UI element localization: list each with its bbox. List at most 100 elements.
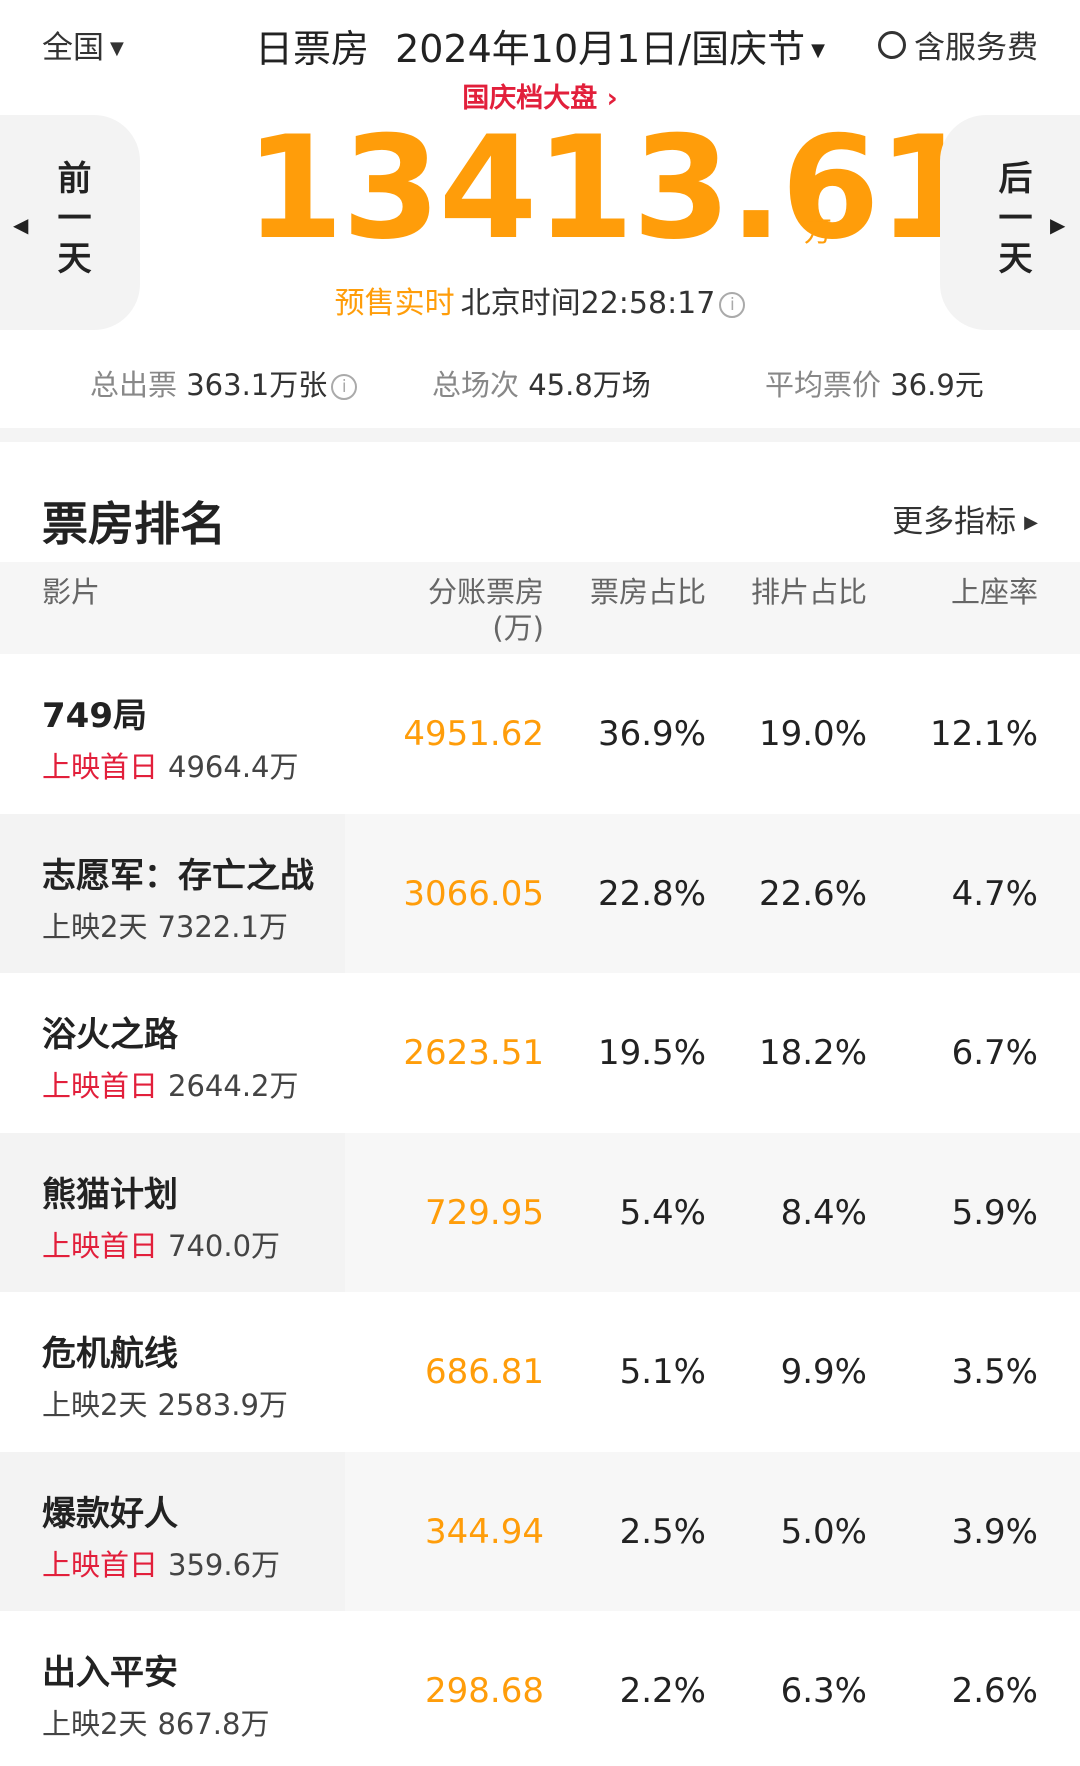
stat-avg-price: 平均票价 36.9元 xyxy=(765,362,984,404)
col-box-office[interactable]: 分账票房 (万) xyxy=(428,574,544,646)
release-days: 上映2天 xyxy=(42,909,148,944)
col-box-office-label: 分账票房 xyxy=(427,575,544,609)
radio-icon xyxy=(878,30,906,59)
cumulative-box-office: 359.6万 xyxy=(168,1547,281,1582)
box-office-value: 344.94 xyxy=(425,1511,544,1552)
cumulative-box-office: 867.8万 xyxy=(157,1707,270,1741)
table-header: 影片 分账票房 (万) 票房占比 排片占比 上座率 xyxy=(0,562,1080,654)
stat-tickets: 总出票 363.1万张 i xyxy=(90,362,358,404)
box-share-value: 5.1% xyxy=(619,1352,706,1392)
section-divider xyxy=(0,428,1080,442)
col-occupancy[interactable]: 上座率 xyxy=(951,574,1038,610)
cumulative-box-office: 2583.9万 xyxy=(157,1388,288,1422)
table-row[interactable]: 爆款好人上映首日 359.6万 344.94 2.5% 5.0% 3.9% xyxy=(0,1451,1080,1611)
caret-left-icon: ◀ xyxy=(13,213,29,237)
film-name: 危机航线 xyxy=(42,1334,178,1374)
stat-avg-price-label: 平均票价 xyxy=(765,368,882,402)
schedule-share-value: 5.0% xyxy=(780,1511,867,1552)
occupancy-value: 3.9% xyxy=(951,1511,1038,1552)
stat-tickets-value: 363.1万张 xyxy=(186,368,328,402)
cumulative-box-office: 2644.2万 xyxy=(168,1069,299,1103)
film-name: 熊猫计划 xyxy=(42,1174,178,1215)
caret-right-icon: ▶ xyxy=(1050,213,1066,237)
col-film[interactable]: 影片 xyxy=(42,574,100,610)
beijing-time: 北京时间22:58:17 xyxy=(460,286,716,321)
service-fee-toggle[interactable]: 含服务费 xyxy=(878,22,1038,67)
box-office-value: 2623.51 xyxy=(403,1033,544,1073)
occupancy-value: 3.5% xyxy=(951,1352,1038,1392)
box-office-value: 3066.05 xyxy=(403,873,544,914)
film-release-info: 上映首日 359.6万 xyxy=(42,1542,280,1584)
info-icon[interactable]: i xyxy=(719,292,746,318)
cumulative-box-office: 7322.1万 xyxy=(157,909,288,944)
table-row[interactable]: 出入平安 上映2天 867.8万 298.68 2.2% 6.3% 2.6% xyxy=(0,1611,1080,1766)
box-share-value: 2.2% xyxy=(619,1671,706,1711)
ranking-title: 票房排名 xyxy=(42,497,226,551)
table-row[interactable]: 危机航线上映2天 2583.9万 686.81 5.1% 9.9% 3.5% xyxy=(0,1292,1080,1452)
film-release-info: 上映首日 740.0万 xyxy=(42,1223,280,1265)
total-box-office: 13413.61 xyxy=(245,106,977,271)
film-name: 浴火之路 xyxy=(42,1015,178,1055)
stat-shows-label: 总场次 xyxy=(432,368,520,402)
schedule-share-value: 22.6% xyxy=(758,873,867,914)
cumulative-box-office: 740.0万 xyxy=(168,1228,281,1263)
schedule-share-value: 19.0% xyxy=(758,714,867,754)
col-box-office-unit: (万) xyxy=(492,611,544,645)
occupancy-value: 4.7% xyxy=(951,873,1038,914)
release-days: 上映首日 xyxy=(42,1069,159,1103)
title-type: 日票房 xyxy=(255,27,370,71)
table-row[interactable]: 志愿军：存亡之战 上映2天 7322.1万 3066.05 22.8% 22.6% 4.7% xyxy=(0,813,1080,973)
caret-right-icon: ▶ xyxy=(1024,512,1038,533)
ranking-table: 749局 上映首日 4964.4万 4951.62 36.9% 19.0% 12.1% 志愿军… xyxy=(0,654,1080,1766)
next-day-label: 后一天 xyxy=(992,160,1032,280)
box-share-value: 5.4% xyxy=(619,1192,706,1233)
box-office-value: 4951.62 xyxy=(403,714,544,754)
stat-shows: 总场次 45.8万场 xyxy=(432,362,651,404)
date-label: 2024年10月1日/国庆节 xyxy=(395,27,806,71)
occupancy-value: 2.6% xyxy=(951,1671,1038,1711)
box-share-value: 22.8% xyxy=(597,873,706,914)
info-icon[interactable]: i xyxy=(331,374,358,400)
stat-avg-price-value: 36.9元 xyxy=(890,368,984,402)
box-share-value: 2.5% xyxy=(619,1511,706,1552)
film-release-info: 上映首日 2644.2万 xyxy=(42,1063,299,1105)
box-office-value: 298.68 xyxy=(425,1671,544,1711)
film-release-info: 上映2天 867.8万 xyxy=(42,1701,269,1743)
col-schedule-share[interactable]: 排片占比 xyxy=(751,574,867,610)
total-unit: 万 xyxy=(804,215,833,248)
film-name: 749局 xyxy=(42,696,147,736)
realtime-line: 预售实时 北京时间22:58:17 i xyxy=(0,278,1080,322)
cumulative-box-office: 4964.4万 xyxy=(168,750,299,784)
film-name: 爆款好人 xyxy=(42,1493,178,1534)
caret-down-icon: ▼ xyxy=(811,40,825,61)
schedule-share-value: 18.2% xyxy=(758,1033,867,1073)
box-office-value: 686.81 xyxy=(425,1352,544,1392)
table-row[interactable]: 浴火之路 上映首日 2644.2万 2623.51 19.5% 18.2% 6.7% xyxy=(0,973,1080,1133)
date-selector[interactable]: 2024年10月1日/国庆节 ▼ xyxy=(395,27,825,71)
table-row[interactable]: 熊猫计划上映首日 740.0万 729.95 5.4% 8.4% 5.9% xyxy=(0,1132,1080,1292)
release-days: 上映首日 xyxy=(42,750,159,784)
schedule-share-value: 9.9% xyxy=(780,1352,867,1392)
realtime-label: 预售实时 xyxy=(334,286,455,321)
box-office-value: 729.95 xyxy=(425,1192,544,1233)
release-days: 上映首日 xyxy=(42,1228,159,1263)
stat-shows-value: 45.8万场 xyxy=(528,368,651,402)
occupancy-value: 5.9% xyxy=(951,1192,1038,1233)
occupancy-value: 6.7% xyxy=(951,1033,1038,1073)
film-release-info: 上映2天 7322.1万 xyxy=(42,904,288,946)
film-release-info: 上映2天 2583.9万 xyxy=(42,1382,288,1424)
release-days: 上映2天 xyxy=(42,1707,148,1741)
box-share-value: 36.9% xyxy=(597,714,706,754)
schedule-share-value: 8.4% xyxy=(780,1192,867,1233)
stat-tickets-label: 总出票 xyxy=(90,368,178,402)
top-bar: 全国 ▼ 日票房 2024年10月1日/国庆节 ▼ 含服务费 xyxy=(0,0,1080,85)
occupancy-value: 12.1% xyxy=(929,714,1038,754)
release-days: 上映首日 xyxy=(42,1547,159,1582)
schedule-share-value: 6.3% xyxy=(780,1671,867,1711)
col-box-share[interactable]: 票房占比 xyxy=(590,574,706,610)
stats-row: 总出票 363.1万张 i 总场次 45.8万场 平均票价 36.9元 xyxy=(0,362,1080,402)
service-fee-label: 含服务费 xyxy=(914,30,1038,66)
more-metrics-button[interactable]: 更多指标 ▶ xyxy=(892,496,1038,541)
table-row[interactable]: 749局上映首日 4964.4万 4951.62 36.9% 19.0% 12.1% xyxy=(0,654,1080,814)
release-days: 上映2天 xyxy=(42,1388,148,1422)
